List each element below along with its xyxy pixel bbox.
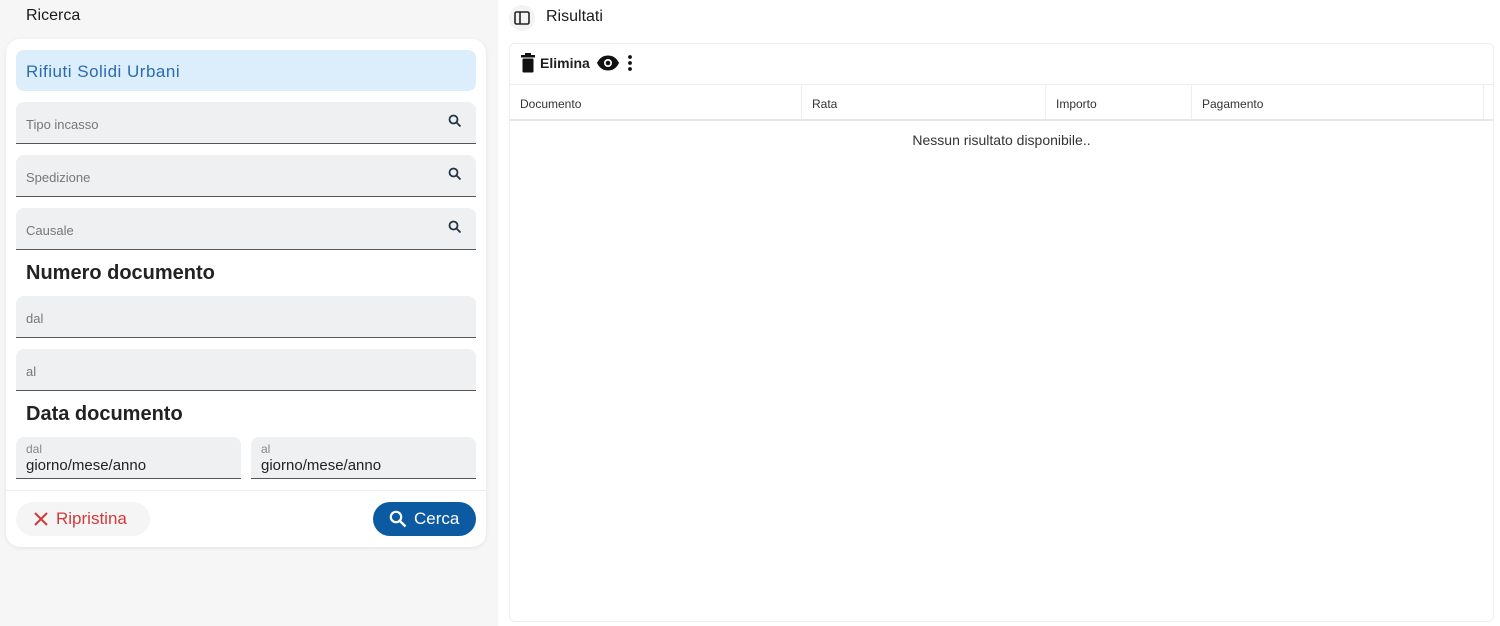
divider <box>6 490 486 491</box>
search-icon[interactable] <box>448 220 462 234</box>
search-panel: Ricerca Rifiuti Solidi Urbani Tipo incas… <box>0 0 498 626</box>
sidebar-panel-icon <box>514 11 530 25</box>
reset-label: Ripristina <box>56 509 127 528</box>
category-chip[interactable]: Rifiuti Solidi Urbani <box>16 50 476 91</box>
tipo-incasso-placeholder: Tipo incasso <box>26 117 99 132</box>
spedizione-placeholder: Spedizione <box>26 170 91 185</box>
reset-button[interactable]: Ripristina <box>16 502 150 536</box>
date-to-field[interactable]: al giorno/mese/anno <box>251 437 476 479</box>
search-icon <box>389 510 407 528</box>
column-rata[interactable]: Rata <box>802 85 1046 119</box>
results-title: Risultati <box>546 8 603 25</box>
causale-placeholder: Causale <box>26 223 74 238</box>
eye-icon[interactable] <box>596 55 620 71</box>
numero-al-field[interactable]: al <box>16 349 476 391</box>
numero-documento-heading: Numero documento <box>26 262 215 284</box>
numero-dal-field[interactable]: dal <box>16 296 476 338</box>
tipo-incasso-field[interactable]: Tipo incasso <box>16 102 476 144</box>
date-to-value: giorno/mese/anno <box>261 457 382 474</box>
column-pagamento[interactable]: Pagamento <box>1192 85 1484 119</box>
close-icon <box>34 512 48 526</box>
toggle-sidebar-button[interactable] <box>509 5 535 31</box>
results-toolbar: Elimina <box>520 53 634 73</box>
date-from-field[interactable]: dal giorno/mese/anno <box>16 437 241 479</box>
search-icon[interactable] <box>448 114 462 128</box>
more-vert-icon[interactable] <box>626 54 634 72</box>
data-documento-heading: Data documento <box>26 403 183 425</box>
search-panel-title: Ricerca <box>26 7 81 24</box>
date-from-label: dal <box>26 442 43 456</box>
numero-dal-placeholder: dal <box>26 311 44 326</box>
column-documento[interactable]: Documento <box>510 85 802 119</box>
numero-al-placeholder: al <box>26 364 37 379</box>
results-card: Elimina Documento Rata Importo Pagamento… <box>509 43 1494 622</box>
delete-button[interactable]: Elimina <box>520 53 590 73</box>
date-from-value: giorno/mese/anno <box>26 457 147 474</box>
column-importo[interactable]: Importo <box>1046 85 1192 119</box>
date-to-label: al <box>261 442 271 456</box>
search-label: Cerca <box>414 509 460 528</box>
table-header: Documento Rata Importo Pagamento <box>510 84 1493 121</box>
search-button[interactable]: Cerca <box>373 502 476 536</box>
spedizione-field[interactable]: Spedizione <box>16 155 476 197</box>
search-card: Rifiuti Solidi Urbani Tipo incasso Spedi… <box>6 39 486 547</box>
empty-message: Nessun risultato disponibile.. <box>912 132 1091 148</box>
trash-icon <box>521 53 535 73</box>
search-icon[interactable] <box>448 167 462 181</box>
delete-label: Elimina <box>540 55 590 71</box>
causale-field[interactable]: Causale <box>16 208 476 250</box>
